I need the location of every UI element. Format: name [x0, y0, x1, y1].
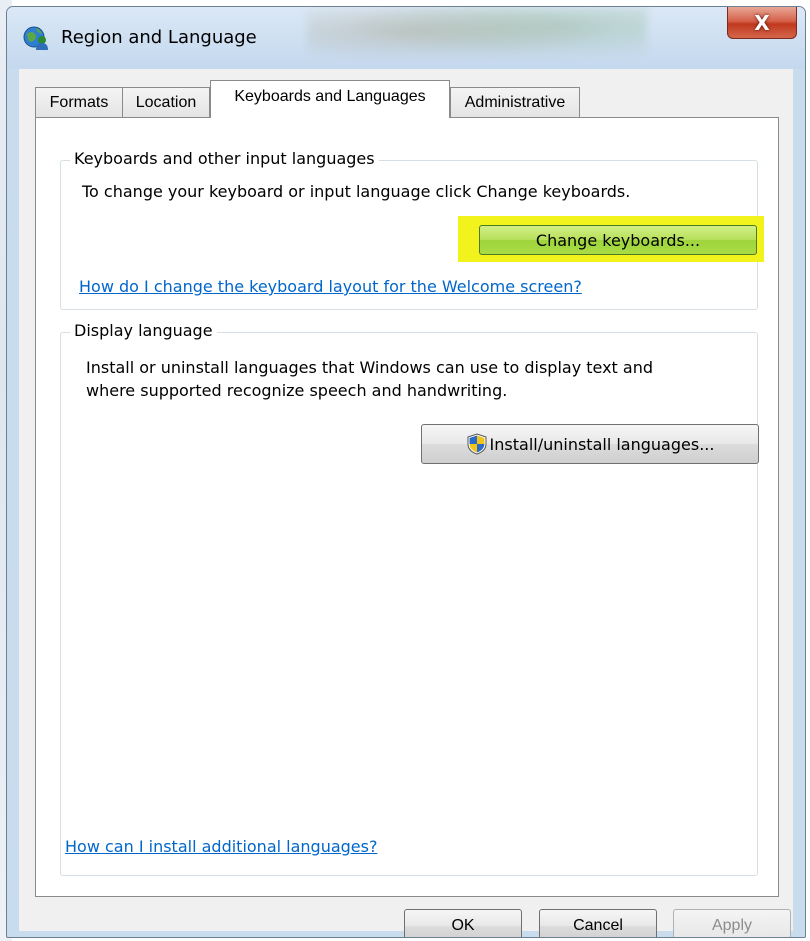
install-additional-languages-link[interactable]: How can I install additional languages? [65, 837, 377, 856]
dialog-client-area: Formats Location Keyboards and Languages… [19, 69, 793, 937]
tab-location[interactable]: Location [122, 87, 210, 117]
display-language-description-line1: Install or uninstall languages that Wind… [86, 358, 654, 377]
tab-label: Keyboards and Languages [234, 88, 426, 105]
cancel-label: Cancel [573, 917, 623, 934]
window-title: Region and Language [61, 27, 257, 48]
apply-button[interactable]: Apply [673, 909, 791, 937]
install-uninstall-languages-label: Install/uninstall languages... [489, 434, 715, 454]
tab-formats[interactable]: Formats [35, 87, 123, 117]
ok-button[interactable]: OK [404, 909, 522, 937]
install-uninstall-languages-button[interactable]: Install/uninstall languages... [421, 424, 759, 464]
display-language-group-title: Display language [70, 321, 217, 340]
background-blur [307, 7, 647, 67]
welcome-screen-layout-link[interactable]: How do I change the keyboard layout for … [79, 277, 582, 296]
keyboards-group-title: Keyboards and other input languages [70, 149, 379, 168]
globe-person-icon [23, 26, 48, 50]
change-keyboards-button[interactable]: Change keyboards... [479, 225, 757, 255]
apply-label: Apply [711, 917, 753, 934]
display-language-groupbox [60, 332, 758, 876]
uac-shield-icon [467, 433, 487, 455]
tab-label: Location [135, 93, 197, 111]
close-button[interactable]: X [727, 7, 797, 39]
tab-label: Administrative [464, 93, 566, 111]
title-bar[interactable]: Region and Language X [7, 7, 805, 69]
ok-label: OK [451, 917, 475, 934]
tab-label: Formats [49, 93, 109, 111]
region-language-window: Region and Language X Formats Location K… [6, 6, 806, 938]
tab-keyboards-and-languages[interactable]: Keyboards and Languages [210, 80, 450, 118]
tab-administrative[interactable]: Administrative [450, 87, 580, 117]
change-keyboards-label: Change keyboards... [535, 230, 701, 250]
keyboards-description: To change your keyboard or input languag… [82, 182, 631, 201]
cancel-button[interactable]: Cancel [539, 909, 657, 937]
display-language-description-line2: where supported recognize speech and han… [86, 381, 508, 400]
close-icon: X [754, 10, 770, 35]
tab-panel: Keyboards and other input languages To c… [35, 117, 779, 897]
